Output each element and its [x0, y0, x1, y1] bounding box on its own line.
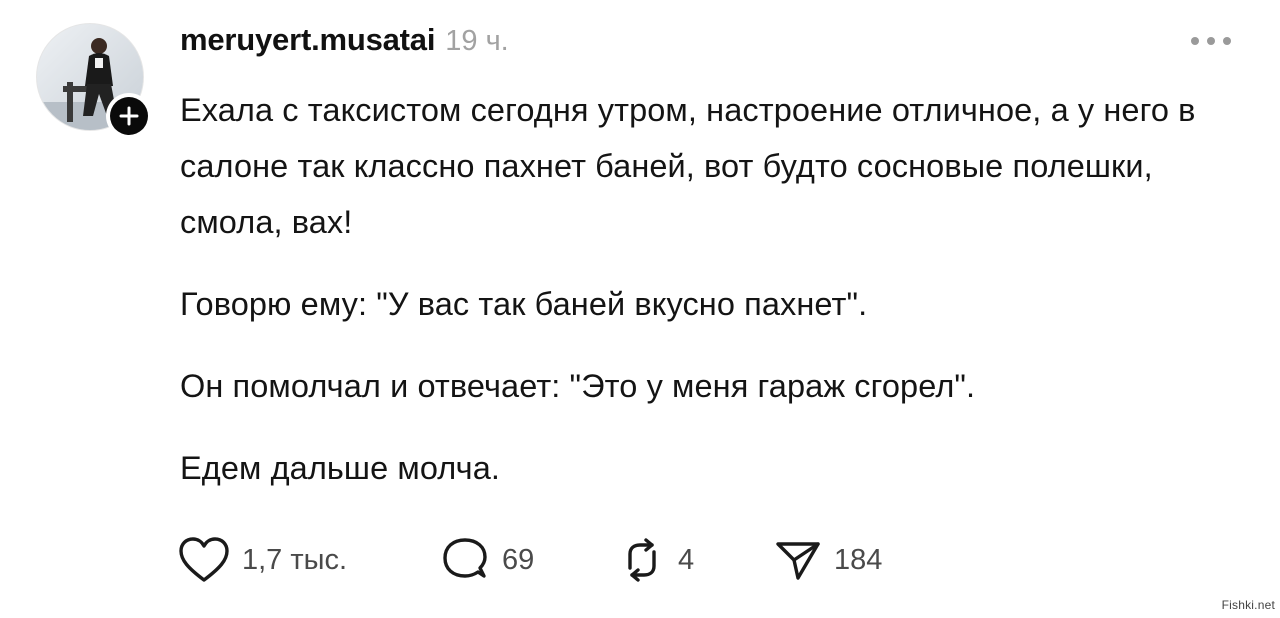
reply-button[interactable]: 69: [440, 536, 618, 584]
post-paragraph: Едем дальше молча.: [180, 450, 500, 486]
post-body: Ехала с таксистом сегодня утром, настрое…: [180, 82, 1240, 496]
share-count: 184: [834, 543, 883, 576]
post-paragraph: Говорю ему: "У вас так баней вкусно пахн…: [180, 286, 868, 322]
action-bar: 1,7 тыс. 69 4 184: [178, 536, 882, 584]
post-header: meruyert.musatai 19 ч.: [180, 22, 509, 62]
repost-icon: [628, 538, 656, 582]
username-link[interactable]: meruyert.musatai: [180, 22, 435, 58]
repost-count: 4: [678, 543, 695, 576]
post-paragraph: Ехала с таксистом сегодня утром, настрое…: [180, 92, 1196, 240]
watermark: Fishki.net: [1221, 598, 1275, 612]
share-button[interactable]: 184: [774, 536, 882, 584]
like-count: 1,7 тыс.: [242, 543, 348, 576]
reply-count: 69: [502, 543, 535, 576]
send-icon: [776, 542, 820, 580]
follow-button[interactable]: [106, 93, 152, 139]
more-options-icon[interactable]: [1188, 33, 1234, 49]
repost-button[interactable]: 4: [618, 536, 774, 584]
author-avatar-wrap[interactable]: [36, 23, 152, 139]
like-button[interactable]: 1,7 тыс.: [178, 536, 440, 584]
timestamp: 19 ч.: [445, 25, 509, 57]
post-paragraph: Он помолчал и отвечает: "Это у меня гара…: [180, 368, 976, 404]
comment-icon: [443, 538, 487, 578]
plus-icon: [119, 106, 139, 126]
heart-icon: [179, 537, 229, 582]
